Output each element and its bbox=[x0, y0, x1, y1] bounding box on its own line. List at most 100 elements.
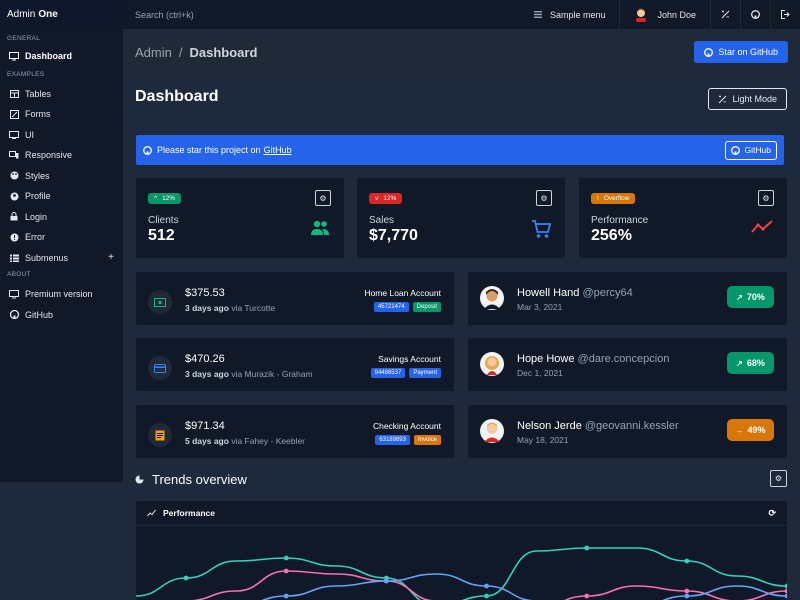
arrow-up-icon: ^ bbox=[154, 195, 158, 202]
chart-data-point[interactable] bbox=[684, 558, 690, 564]
notification-link[interactable]: GitHub bbox=[264, 145, 292, 155]
trends-title: Trends overview bbox=[152, 472, 247, 487]
notification-text: Please star this project on bbox=[157, 145, 261, 155]
notification-github-button[interactable]: GitHub bbox=[724, 140, 777, 160]
transaction-party: via Murazik - Graham bbox=[231, 369, 313, 379]
sidebar-item-label: GitHub bbox=[25, 309, 54, 320]
cog-icon[interactable]: ⚙ bbox=[770, 470, 787, 487]
github-link-button[interactable] bbox=[740, 0, 770, 29]
cart-outline-icon bbox=[531, 220, 552, 242]
chart-data-point[interactable] bbox=[183, 575, 189, 581]
client-date: Mar 3, 2021 bbox=[517, 302, 563, 312]
reload-icon[interactable]: ⟳ bbox=[768, 508, 776, 519]
sidebar-item-error[interactable]: Error bbox=[0, 227, 123, 248]
section-label-examples: EXAMPLES bbox=[7, 70, 45, 78]
sidebar-item-forms[interactable]: Forms bbox=[0, 104, 123, 125]
theme-toggle-button[interactable] bbox=[710, 0, 740, 29]
transaction-time: 3 days ago bbox=[185, 369, 229, 379]
sidebar-item-tables[interactable]: Tables bbox=[0, 84, 123, 105]
chart-data-point[interactable] bbox=[283, 555, 289, 561]
chart-data-point[interactable] bbox=[283, 568, 289, 574]
sidebar-item-github[interactable]: GitHub bbox=[0, 305, 123, 326]
client-card[interactable]: Hope Howe @dare.concepcion Dec 1, 2021 ↗… bbox=[468, 338, 787, 391]
light-mode-button[interactable]: Light Mode bbox=[708, 88, 787, 110]
chart-data-point[interactable] bbox=[484, 583, 489, 589]
sidebar-item-label: Responsive bbox=[25, 150, 73, 161]
transaction-type-badge: Invoice bbox=[413, 435, 441, 445]
cog-icon[interactable]: ⚙ bbox=[758, 190, 774, 206]
client-name: Nelson Jerde @geovanni.kessler bbox=[517, 420, 679, 432]
cog-icon[interactable]: ⚙ bbox=[315, 190, 331, 206]
sidebar-item-label: Styles bbox=[25, 170, 50, 181]
chart-data-point[interactable] bbox=[584, 545, 590, 551]
progress-pill[interactable]: ↗ 68% bbox=[727, 352, 774, 374]
chart-pie-icon bbox=[135, 475, 144, 484]
sidebar-item-dashboard[interactable]: Dashboard bbox=[0, 46, 123, 67]
sidebar-item-profile[interactable]: Profile bbox=[0, 186, 123, 207]
chart-data-point[interactable] bbox=[684, 588, 690, 594]
account-name: Checking Account bbox=[372, 421, 441, 431]
chart-data-point[interactable] bbox=[383, 578, 389, 584]
search-input[interactable]: Search (ctrl+k) bbox=[123, 10, 520, 20]
sample-menu-dropdown[interactable]: Sample menu bbox=[520, 0, 620, 29]
chart-data-point[interactable] bbox=[283, 593, 289, 599]
chart-data-point[interactable] bbox=[684, 593, 690, 599]
transaction-card[interactable]: $375.53 3 days ago via Turcotte Home Loa… bbox=[136, 272, 454, 325]
sidebar-item-label: Error bbox=[25, 232, 45, 243]
transaction-card[interactable]: $470.26 3 days ago via Murazik - Graham … bbox=[136, 338, 454, 391]
brand-name: One bbox=[38, 9, 58, 20]
stat-label: Sales bbox=[369, 215, 395, 226]
client-card[interactable]: Nelson Jerde @geovanni.kessler May 18, 2… bbox=[468, 405, 787, 458]
main-content: Dashboard Light Mode Please star this pr… bbox=[123, 75, 800, 600]
chart-data-point[interactable] bbox=[484, 593, 489, 599]
chart-data-point[interactable] bbox=[584, 593, 590, 599]
sidebar-item-login[interactable]: Login bbox=[0, 207, 123, 228]
sidebar-item-styles[interactable]: Styles bbox=[0, 166, 123, 187]
transaction-tags: 63189893 Invoice bbox=[375, 435, 441, 445]
client-full-name: Howell Hand bbox=[517, 287, 580, 299]
transaction-type-badge: Deposit bbox=[412, 302, 441, 312]
breadcrumb-current: Dashboard bbox=[189, 44, 258, 60]
chart-data-point[interactable] bbox=[784, 588, 787, 594]
transaction-meta: 3 days ago via Turcotte bbox=[185, 303, 275, 313]
transaction-amount: $375.53 bbox=[185, 287, 225, 299]
monitor-shimmer-icon bbox=[8, 288, 20, 300]
menu-icon bbox=[533, 11, 542, 18]
sidebar-item-ui[interactable]: UI bbox=[0, 125, 123, 146]
transaction-amount: $971.34 bbox=[185, 420, 225, 432]
avatar bbox=[480, 285, 504, 311]
avatar bbox=[480, 418, 504, 444]
sidebar-item-responsive[interactable]: Responsive bbox=[0, 145, 123, 166]
cog-icon[interactable]: ⚙ bbox=[536, 190, 552, 206]
transaction-meta: 5 days ago via Fahey - Keebler bbox=[185, 436, 305, 446]
arrow-down-icon: v bbox=[375, 195, 379, 202]
client-date: Dec 1, 2021 bbox=[517, 368, 563, 378]
trending-up-icon: ↗ bbox=[736, 292, 743, 302]
breadcrumb-root[interactable]: Admin bbox=[135, 45, 172, 60]
star-on-github-button[interactable]: Star on GitHub bbox=[694, 41, 788, 63]
progress-pill[interactable]: ↗ 70% bbox=[727, 286, 774, 308]
stat-value: 256% bbox=[591, 227, 632, 244]
performance-line-chart bbox=[136, 545, 787, 600]
sidebar-item-submenus[interactable]: Submenus + bbox=[0, 248, 123, 269]
chart-data-point[interactable] bbox=[784, 593, 787, 599]
performance-chart-card: Performance ⟳ bbox=[136, 501, 787, 600]
receipt-icon bbox=[148, 423, 172, 447]
progress-pill[interactable]: → 49% bbox=[727, 419, 774, 441]
account-number-badge: 94486537 bbox=[370, 368, 406, 378]
chart-data-point[interactable] bbox=[784, 583, 787, 589]
stat-value: $7,770 bbox=[369, 227, 418, 244]
transaction-time: 3 days ago bbox=[185, 303, 229, 313]
client-card[interactable]: Howell Hand @percy64 Mar 3, 2021 ↗ 70% bbox=[468, 272, 787, 325]
transaction-card[interactable]: $971.34 5 days ago via Fahey - Keebler C… bbox=[136, 405, 454, 458]
logout-button[interactable] bbox=[770, 0, 800, 29]
user-name: John Doe bbox=[657, 9, 696, 20]
page-title: Dashboard bbox=[135, 88, 219, 105]
user-menu[interactable]: John Doe bbox=[619, 0, 710, 29]
sidebar-item-premium[interactable]: Premium version bbox=[0, 284, 123, 305]
brand-logo[interactable]: Admin One bbox=[0, 0, 123, 29]
section-label-general: GENERAL bbox=[7, 35, 41, 42]
finance-icon bbox=[147, 509, 156, 517]
plus-icon[interactable]: + bbox=[108, 252, 114, 263]
account-multiple-icon bbox=[310, 220, 330, 239]
